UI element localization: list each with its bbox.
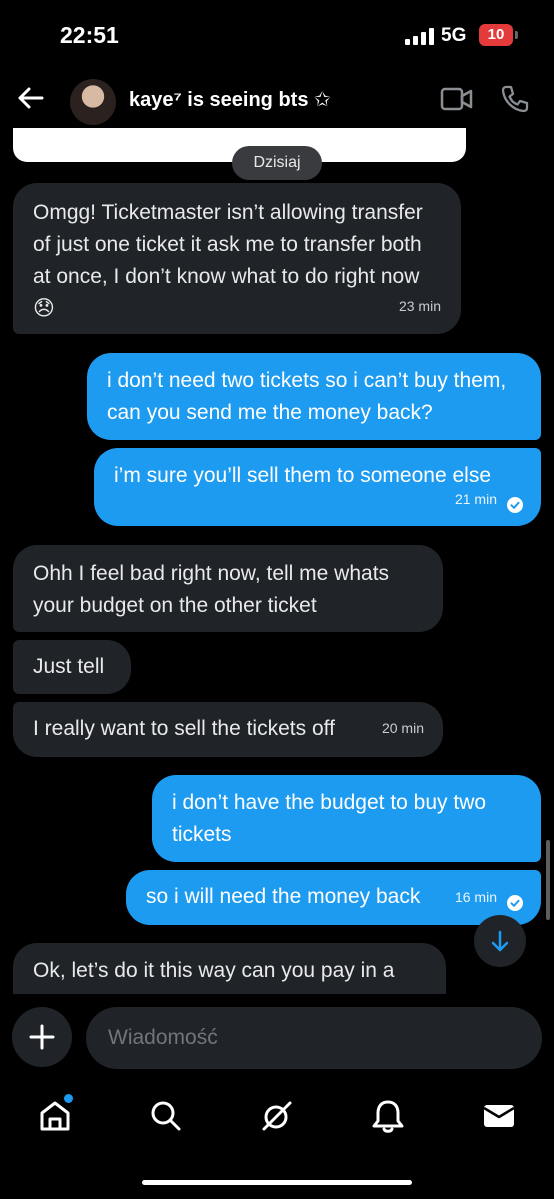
phone-call-icon[interactable] [500,84,530,114]
home-indicator [142,1180,412,1185]
message-text: Ohh I feel bad right now, tell me whats … [33,562,390,617]
search-icon[interactable] [148,1098,184,1134]
home-notification-dot [62,1092,75,1105]
message-text: i don’t need two tickets so i can’t buy … [107,369,507,424]
network-type: 5G [441,25,467,46]
battery-level: 10 [487,26,505,43]
message-timestamp: 16 min [454,889,497,905]
status-bar: 22:51 5G 10 [0,0,554,70]
message-timestamp: 23 min [398,298,441,314]
message-bubble[interactable]: i’m sure you’ll sell them to someone els… [94,448,541,526]
message-bubble[interactable]: I really want to sell the tickets off 20… [13,702,443,757]
read-receipt-icon [507,497,523,513]
message-text: Just tell [33,655,105,678]
scrollbar[interactable] [546,840,550,920]
message-text: I really want to sell the tickets off [33,717,335,740]
message-bubble[interactable]: i don’t need two tickets so i can’t buy … [87,353,541,440]
read-receipt-icon [507,895,523,911]
avatar[interactable] [70,79,116,125]
message-bubble[interactable]: Ohh I feel bad right now, tell me whats … [13,545,443,632]
scroll-to-bottom-button[interactable] [474,915,526,967]
conversation-header: kaye⁷ is seeing bts ✩ [0,70,554,128]
message-list[interactable]: Dzisiaj Omgg! Ticketmaster isn’t allowin… [0,128,554,994]
message-text: so i will need the money back [146,885,421,908]
back-arrow-icon[interactable] [14,82,46,114]
signal-icon [405,28,434,45]
plus-icon [29,1024,55,1050]
message-timestamp: 20 min [381,720,424,736]
message-text: i don’t have the budget to buy two ticke… [172,791,487,846]
video-call-icon[interactable] [440,84,474,114]
message-bubble[interactable]: i don’t have the budget to buy two ticke… [152,775,541,862]
add-attachment-button[interactable] [12,1007,72,1067]
conversation-title[interactable]: kaye⁷ is seeing bts ✩ [129,87,331,112]
battery-icon: 10 [479,24,513,46]
arrow-down-icon [491,930,509,952]
message-text: Omgg! Ticketmaster isn’t allowing transf… [33,201,423,320]
composer: Wiadomość [0,1006,554,1070]
tab-bar [0,1080,554,1155]
message-text: Ok, let’s do it this way can you pay in … [33,959,395,982]
notifications-icon[interactable] [370,1098,406,1134]
status-time: 22:51 [60,22,119,48]
message-input[interactable]: Wiadomość [86,1007,542,1069]
message-bubble[interactable]: Just tell [13,640,131,694]
grok-icon[interactable] [259,1098,295,1134]
day-separator: Dzisiaj [232,146,322,180]
messages-icon[interactable] [481,1098,517,1134]
message-bubble[interactable]: Omgg! Ticketmaster isn’t allowing transf… [13,183,461,334]
message-timestamp: 21 min [454,491,497,507]
message-bubble[interactable]: Ok, let’s do it this way can you pay in … [13,943,446,994]
message-text: i’m sure you’ll sell them to someone els… [114,464,491,487]
battery-nub [515,31,518,39]
